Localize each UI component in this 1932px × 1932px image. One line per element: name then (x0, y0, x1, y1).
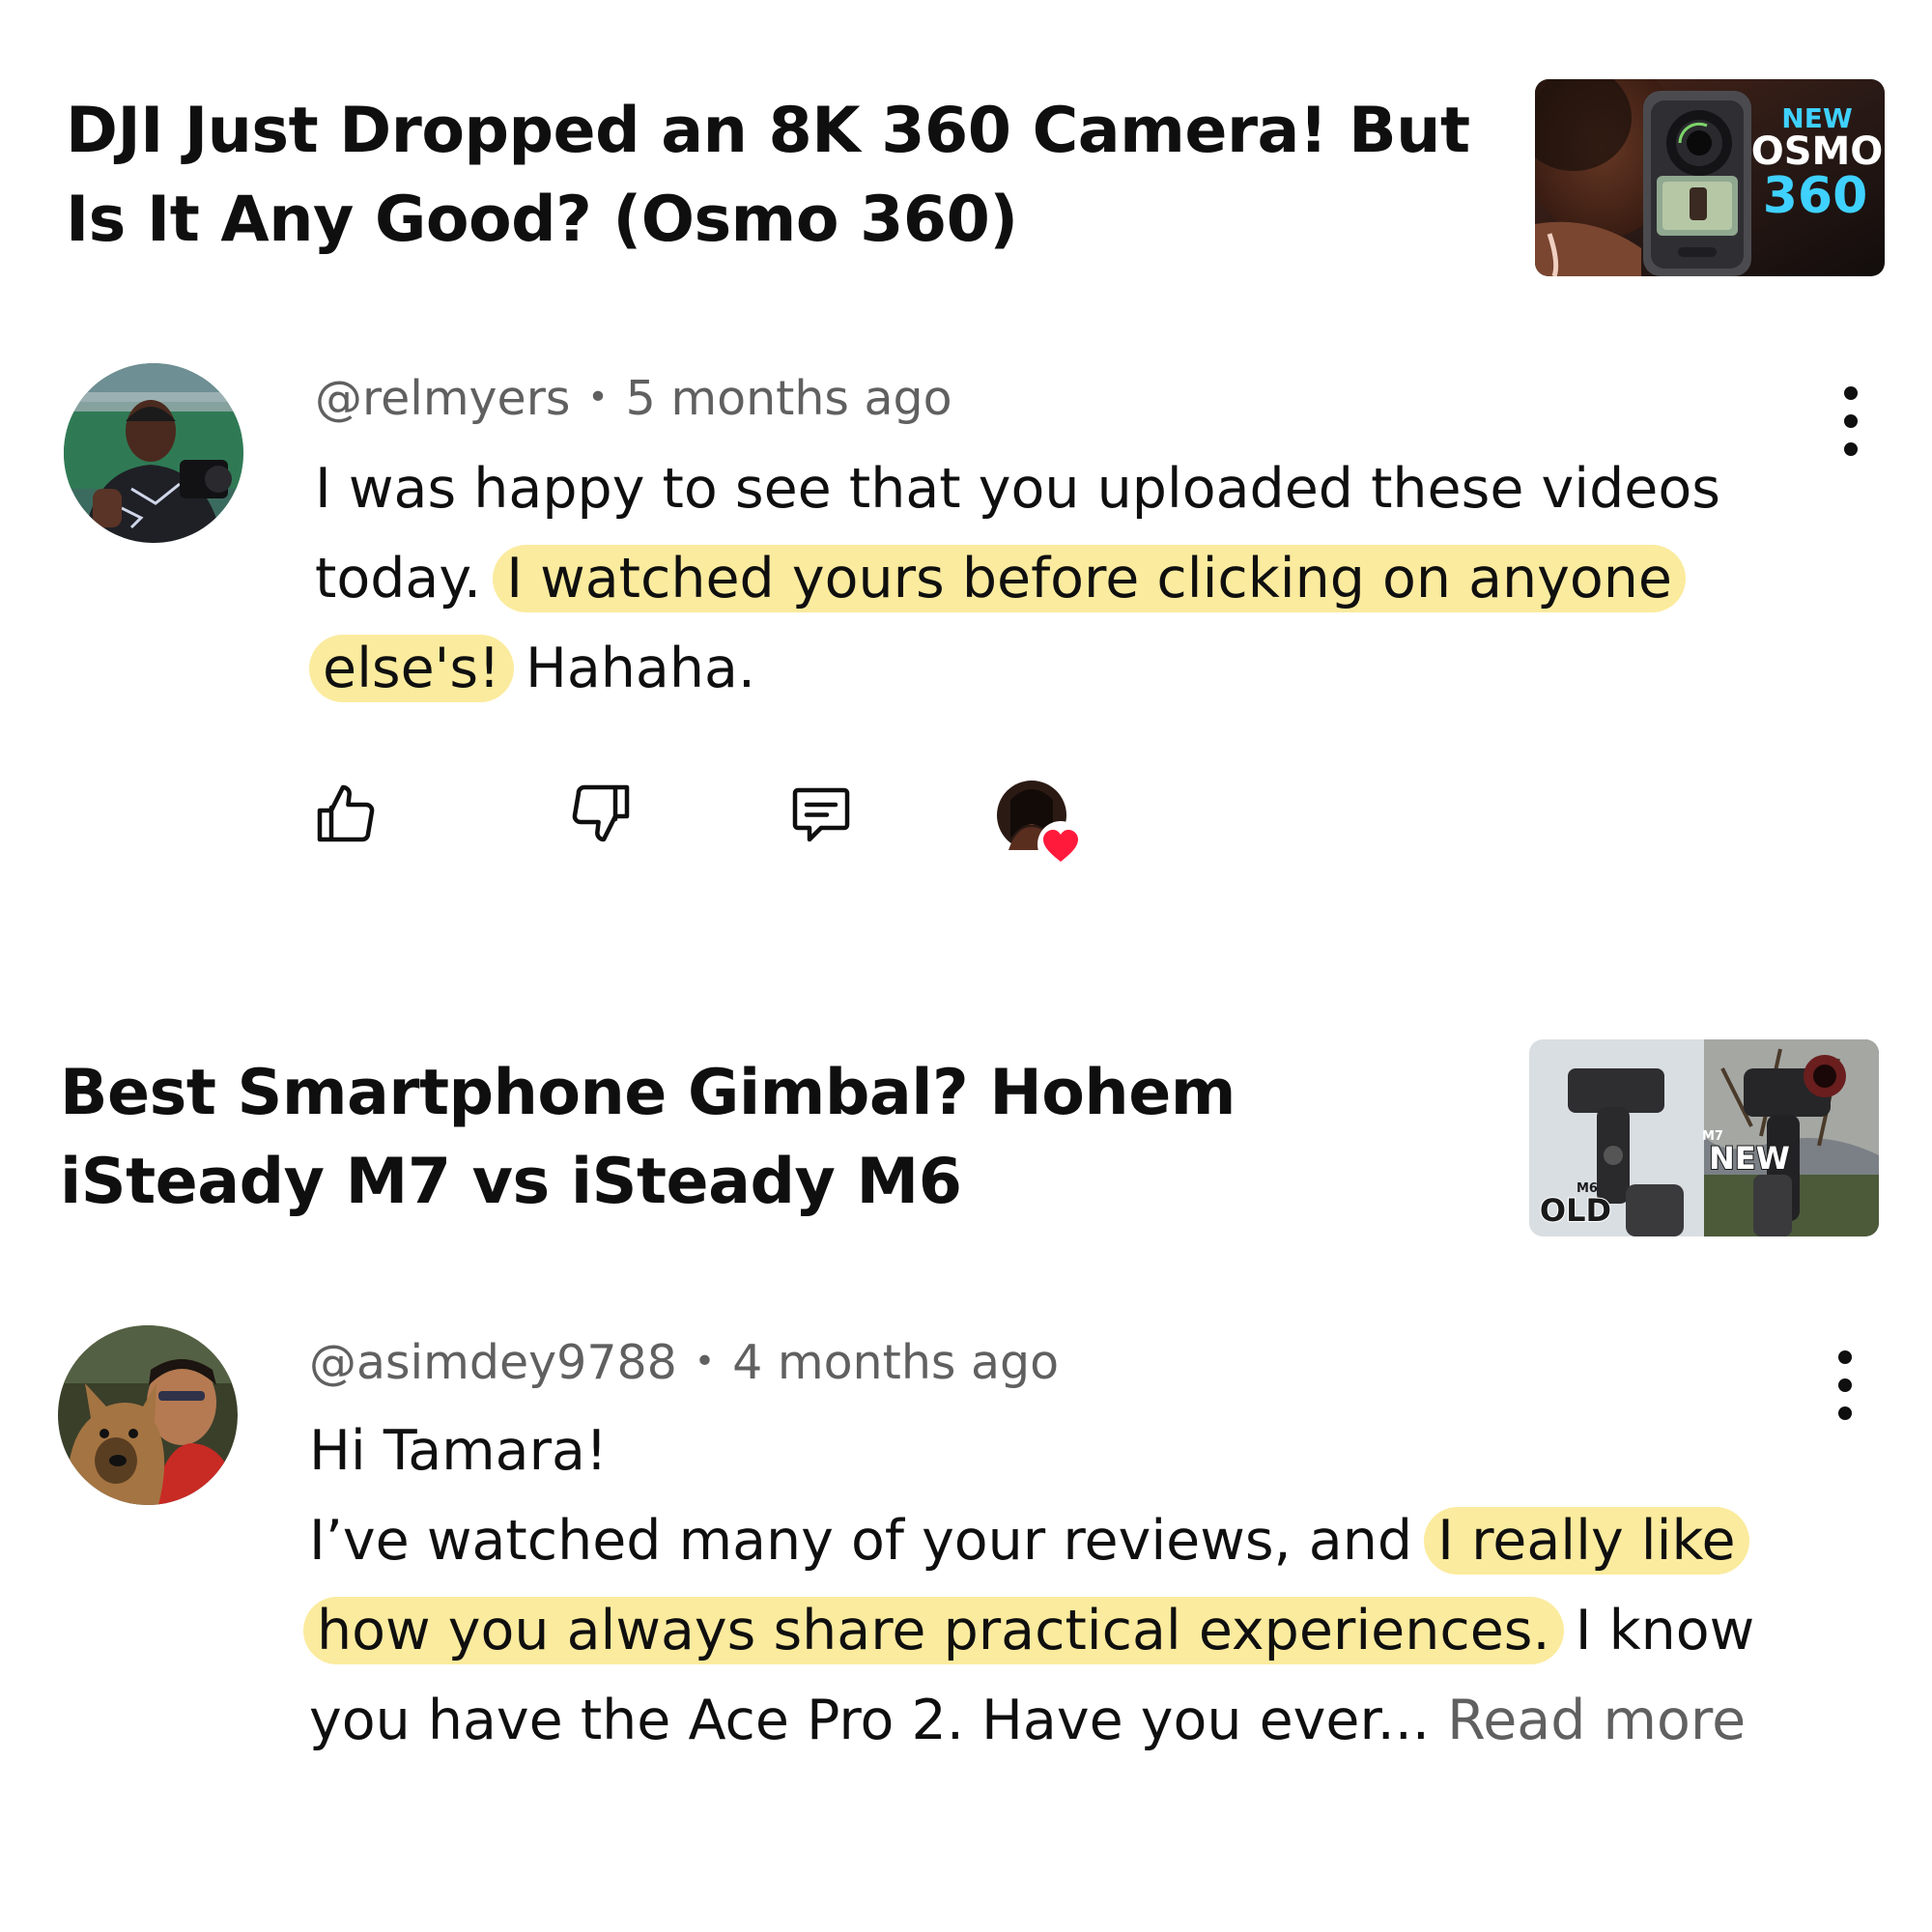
thumbs-down-icon (572, 784, 630, 842)
comment-meta: @asimdey9788 • 4 months ago (309, 1335, 1059, 1390)
more-dot (1844, 442, 1858, 456)
video-thumbnail[interactable]: NEW OSMO 360 (1535, 79, 1885, 276)
avatar[interactable] (58, 1325, 238, 1505)
comment-greeting: Hi Tamara! (309, 1419, 608, 1483)
comment-icon (792, 787, 850, 842)
more-dot (1838, 1350, 1852, 1364)
comment-timestamp[interactable]: 5 months ago (626, 371, 952, 426)
more-dot (1838, 1406, 1852, 1420)
dislike-button[interactable] (566, 779, 636, 853)
more-dot (1844, 386, 1858, 400)
comment-body: Hi Tamara! I’ve watched many of your rev… (303, 1406, 1835, 1766)
thumb-label-old: OLD (1540, 1192, 1611, 1229)
creator-heart-icon[interactable] (997, 781, 1090, 873)
video-title[interactable]: DJI Just Dropped an 8K 360 Camera! But I… (66, 87, 1476, 265)
comment-author-handle[interactable]: @asimdey9788 (309, 1335, 677, 1390)
thumb-badge-model: 360 (1763, 167, 1868, 225)
avatar-image (58, 1325, 238, 1505)
comment-body: I was happy to see that you uploaded the… (309, 444, 1822, 714)
avatar-image (64, 363, 243, 543)
meta-separator: • (587, 378, 609, 417)
more-dot (1844, 414, 1858, 428)
read-more-link[interactable]: Read more (1447, 1689, 1746, 1752)
post-1: DJI Just Dropped an 8K 360 Camera! But I… (0, 0, 1932, 947)
avatar[interactable] (64, 363, 243, 543)
thumbs-up-icon (317, 784, 375, 842)
comment-text-part2: Hahaha. (526, 637, 756, 700)
thumbnail-image: M6 OLD M7 NEW (1529, 1039, 1879, 1236)
comment-more-options-button[interactable] (1832, 383, 1870, 460)
comment-author-handle[interactable]: @relmyers (315, 371, 570, 426)
meta-separator: • (694, 1342, 716, 1381)
comment-timestamp[interactable]: 4 months ago (732, 1335, 1059, 1390)
comment-text-part1: I’ve watched many of your reviews, and (309, 1509, 1413, 1573)
post-2: Best Smartphone Gimbal? Hohem iSteady M7… (0, 966, 1932, 1932)
like-button[interactable] (311, 779, 381, 853)
thumb-label-new: NEW (1709, 1140, 1790, 1177)
video-title[interactable]: Best Smartphone Gimbal? Hohem iSteady M7… (60, 1049, 1490, 1227)
comment-meta: @relmyers • 5 months ago (315, 371, 952, 426)
comment-highlight: I watched yours before clicking on anyon… (309, 545, 1686, 702)
video-thumbnail[interactable]: M6 OLD M7 NEW (1529, 1039, 1879, 1236)
creator-avatar-heart (997, 781, 1084, 867)
more-dot (1838, 1378, 1852, 1392)
thumbnail-image: NEW OSMO 360 (1535, 79, 1885, 276)
reply-button[interactable] (786, 779, 856, 853)
